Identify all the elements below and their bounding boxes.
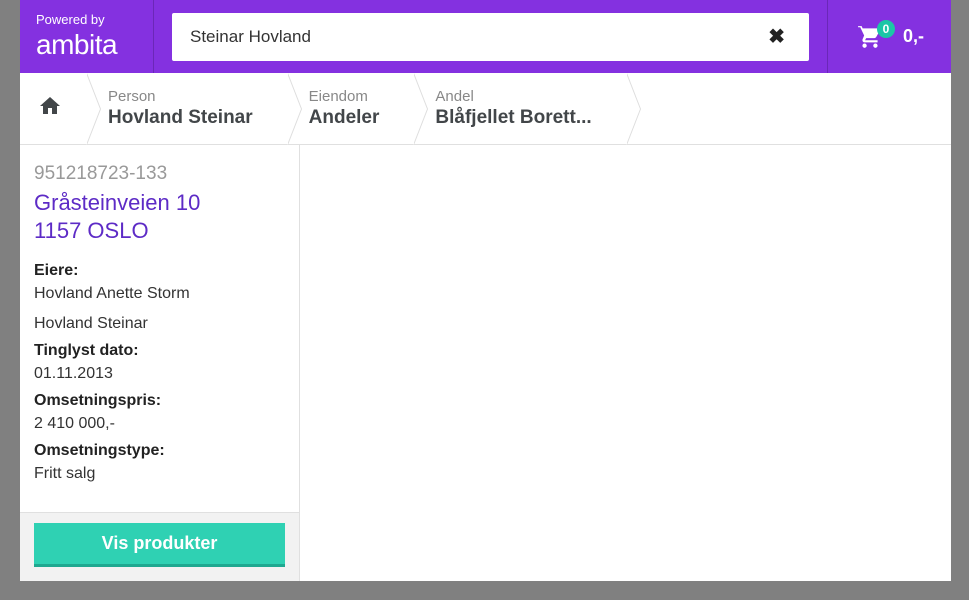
breadcrumb-home[interactable] (20, 73, 86, 144)
breadcrumb-value: Hovland Steinar (108, 107, 253, 129)
breadcrumb-value: Andeler (309, 107, 380, 129)
breadcrumb-label: Person (108, 88, 253, 105)
cart-count-badge: 0 (877, 20, 895, 38)
search-box[interactable]: ✖ (172, 13, 809, 61)
detail-footer: Vis produkter (20, 512, 299, 581)
price-value: 2 410 000,- (34, 412, 285, 436)
search-input[interactable] (190, 27, 762, 47)
breadcrumb-person[interactable]: Person Hovland Steinar (86, 73, 287, 144)
main-area: 951218723-133 Gråsteinveien 10 1157 OSLO… (20, 145, 951, 581)
owner-name: Hovland Anette Storm (34, 282, 285, 306)
app-header: Powered by ambita ✖ 0 0,- (20, 0, 951, 73)
clear-icon[interactable]: ✖ (762, 20, 791, 53)
price-label: Omsetningspris: (34, 392, 285, 410)
breadcrumb-label: Andel (435, 88, 591, 105)
brand: Powered by ambita (20, 0, 154, 73)
brand-name: ambita (36, 29, 153, 61)
property-address: Gråsteinveien 10 1157 OSLO (34, 189, 285, 244)
breadcrumb-label: Eiendom (309, 88, 380, 105)
cart-icon: 0 (855, 24, 885, 50)
content-area: Person Hovland Steinar Eiendom Andeler A… (20, 73, 951, 581)
breadcrumb-value: Blåfjellet Borett... (435, 107, 591, 129)
cart-total: 0,- (903, 26, 924, 47)
brand-powered-by: Powered by (36, 12, 153, 27)
cart-button[interactable]: 0 0,- (827, 0, 951, 73)
owners-label: Eiere: (34, 262, 285, 280)
home-icon (36, 94, 64, 123)
breadcrumb-andel[interactable]: Andel Blåfjellet Borett... (413, 73, 625, 144)
breadcrumb-eiendom[interactable]: Eiendom Andeler (287, 73, 414, 144)
breadcrumb: Person Hovland Steinar Eiendom Andeler A… (20, 73, 951, 145)
tinglyst-label: Tinglyst dato: (34, 342, 285, 360)
search-container: ✖ (154, 13, 827, 61)
property-id: 951218723-133 (34, 163, 285, 185)
detail-panel: 951218723-133 Gråsteinveien 10 1157 OSLO… (20, 145, 300, 581)
show-products-button[interactable]: Vis produkter (34, 523, 285, 567)
tinglyst-value: 01.11.2013 (34, 362, 285, 386)
type-value: Fritt salg (34, 462, 285, 486)
owner-name: Hovland Steinar (34, 312, 285, 336)
type-label: Omsetningstype: (34, 442, 285, 460)
